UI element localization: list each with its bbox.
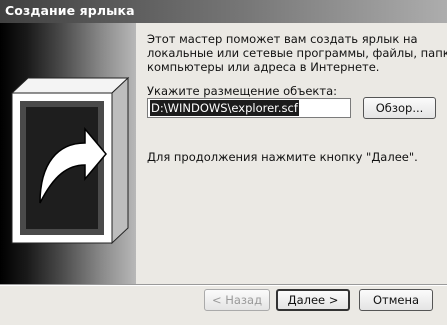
location-label: Укажите размещение объекта: xyxy=(147,84,338,98)
location-input[interactable]: D:\WINDOWS\explorer.scf xyxy=(147,98,351,118)
back-button[interactable]: < Назад xyxy=(204,289,270,311)
cancel-button[interactable]: Отмена xyxy=(359,289,433,311)
location-input-value: D:\WINDOWS\explorer.scf xyxy=(150,100,299,116)
description-line: локальные или сетевые программы, файлы, … xyxy=(147,46,447,60)
title-bar[interactable]: Создание ярлыка xyxy=(0,0,447,23)
window-title: Создание ярлыка xyxy=(5,3,135,18)
wizard-description: Этот мастер поможет вам создать ярлык на… xyxy=(147,32,447,74)
footer-divider xyxy=(0,284,447,286)
description-line: Этот мастер поможет вам создать ярлык на xyxy=(147,32,418,46)
wizard-side-panel xyxy=(0,23,136,284)
next-button[interactable]: Далее > xyxy=(276,289,350,311)
continue-hint: Для продолжения нажмите кнопку "Далее". xyxy=(147,150,418,164)
shortcut-arrow-icon xyxy=(10,76,130,245)
create-shortcut-dialog: Создание ярлыка Этот мастер поможет вам … xyxy=(0,0,447,325)
description-line: компьютеры или адреса в Интернете. xyxy=(147,60,380,74)
wizard-content: Этот мастер поможет вам создать ярлык на… xyxy=(136,23,447,284)
browse-button[interactable]: Обзор... xyxy=(363,97,436,119)
